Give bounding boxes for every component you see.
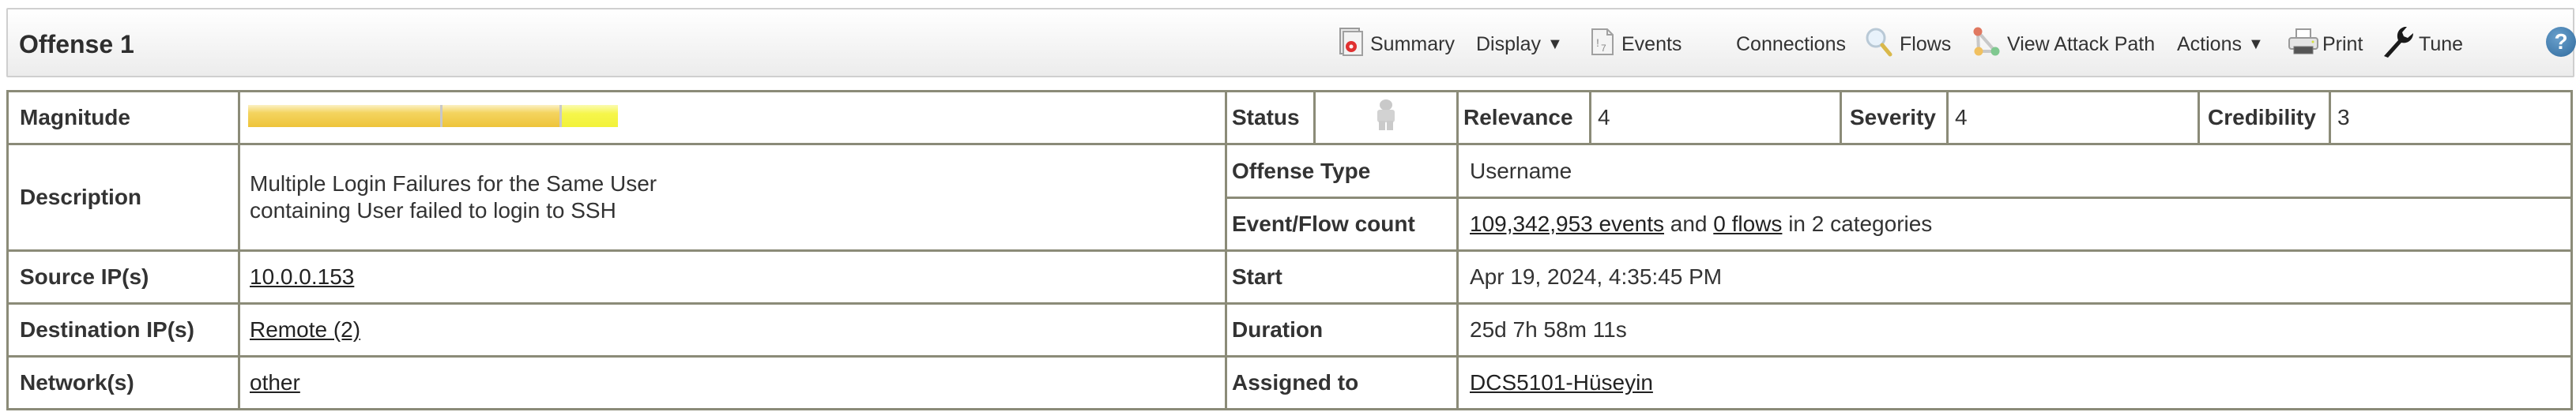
- connections-label: Connections: [1736, 32, 1846, 55]
- display-label: Display: [1476, 32, 1541, 55]
- source-ips-label-cell: Source IP(s): [6, 249, 240, 305]
- magnitude-label-cell: Magnitude: [6, 90, 240, 145]
- assigned-to-link[interactable]: DCS5101-Hüseyin: [1470, 370, 1653, 395]
- start-label: Start: [1232, 264, 1282, 289]
- connections-button[interactable]: Connections: [1736, 9, 1846, 79]
- and-text: and: [1663, 212, 1714, 236]
- events-icon: ! 7: [1590, 28, 1615, 62]
- attack-path-icon: [1972, 26, 2001, 63]
- status-label-cell: Status: [1225, 90, 1316, 145]
- networks-label-cell: Network(s): [6, 355, 240, 410]
- description-label-cell: Description: [6, 143, 240, 252]
- help-icon[interactable]: ?: [2546, 27, 2576, 57]
- duration-value-cell: 25d 7h 58m 11s: [1456, 302, 2573, 358]
- destination-ips-label: Destination IP(s): [20, 317, 194, 342]
- event-flow-count-value-cell: 109,342,953 events and 0 flows in 2 cate…: [1456, 197, 2573, 252]
- categories-text: in 2 categories: [1782, 212, 1933, 236]
- start-label-cell: Start: [1225, 249, 1459, 305]
- severity-label-cell: Severity: [1840, 90, 1949, 145]
- svg-text:7: 7: [1601, 43, 1606, 54]
- start-value: Apr 19, 2024, 4:35:45 PM: [1470, 264, 1723, 289]
- events-label: Events: [1621, 32, 1682, 55]
- credibility-value-cell: 3: [2329, 90, 2573, 145]
- magnitude-segment-credibility: [562, 105, 618, 127]
- assigned-to-label: Assigned to: [1232, 370, 1359, 395]
- wrench-icon: [2381, 24, 2416, 65]
- event-flow-count-label-cell: Event/Flow count: [1225, 197, 1459, 252]
- networks-label: Network(s): [20, 370, 134, 395]
- duration-label: Duration: [1232, 317, 1324, 342]
- start-value-cell: Apr 19, 2024, 4:35:45 PM: [1456, 249, 2573, 305]
- tune-label: Tune: [2419, 32, 2464, 55]
- offense-type-label-cell: Offense Type: [1225, 143, 1459, 199]
- magnitude-segment-relevance: [248, 105, 440, 127]
- status-label: Status: [1232, 105, 1300, 129]
- description-label: Description: [20, 185, 142, 209]
- magnifier-icon: [1865, 27, 1893, 62]
- severity-value: 4: [1955, 105, 1968, 129]
- relevance-label-cell: Relevance: [1456, 90, 1591, 145]
- assigned-to-label-cell: Assigned to: [1225, 355, 1459, 410]
- destination-ips-link[interactable]: Remote (2): [240, 317, 360, 343]
- networks-value-cell: other: [238, 355, 1227, 410]
- severity-value-cell: 4: [1946, 90, 2200, 145]
- credibility-label: Credibility: [2208, 105, 2316, 129]
- duration-label-cell: Duration: [1225, 302, 1459, 358]
- caret-down-icon: ▼: [2247, 35, 2264, 53]
- offense-header: Offense 1 Summary Display ▼ ! 7 Events C…: [6, 8, 2576, 79]
- credibility-label-cell: Credibility: [2198, 90, 2331, 145]
- description-value-cell: Multiple Login Failures for the Same Use…: [238, 143, 1227, 252]
- relevance-value: 4: [1598, 105, 1610, 129]
- description-line-1: Multiple Login Failures for the Same Use…: [250, 171, 657, 196]
- magnitude-bar: [248, 92, 620, 143]
- severity-label: Severity: [1850, 105, 1936, 129]
- page-title: Offense 1: [19, 30, 134, 58]
- magnitude-label: Magnitude: [20, 105, 130, 129]
- svg-text:!: !: [1596, 36, 1599, 49]
- caret-down-icon: ▼: [1546, 35, 1563, 53]
- offense-type-value: Username: [1470, 158, 1572, 183]
- actions-dropdown[interactable]: Actions ▼: [2177, 9, 2264, 79]
- offense-type-label: Offense Type: [1232, 158, 1371, 183]
- destination-ips-value-cell: Remote (2): [238, 302, 1227, 358]
- relevance-label: Relevance: [1463, 105, 1573, 129]
- credibility-value: 3: [2337, 105, 2350, 129]
- flows-button[interactable]: Flows: [1865, 9, 1951, 79]
- magnitude-value-cell: [238, 90, 1227, 145]
- event-flow-count-value: 109,342,953 events and 0 flows in 2 cate…: [1459, 212, 1932, 237]
- print-label: Print: [2322, 32, 2363, 55]
- offense-type-value-cell: Username: [1456, 143, 2573, 199]
- view-attack-path-label: View Attack Path: [2007, 32, 2156, 55]
- source-ips-value-cell: 10.0.0.153: [238, 249, 1227, 305]
- magnitude-segment-severity: [443, 105, 559, 127]
- network-link[interactable]: other: [240, 370, 300, 395]
- events-button[interactable]: ! 7 Events: [1590, 9, 1682, 79]
- display-dropdown[interactable]: Display ▼: [1476, 9, 1563, 79]
- description-line-2: containing User failed to login to SSH: [250, 198, 616, 223]
- status-value-cell: [1313, 90, 1459, 145]
- duration-value: 25d 7h 58m 11s: [1470, 317, 1627, 342]
- summary-icon: [1339, 27, 1364, 62]
- person-icon[interactable]: [1374, 99, 1398, 137]
- relevance-value-cell: 4: [1589, 90, 1842, 145]
- assigned-to-value-cell: DCS5101-Hüseyin: [1456, 355, 2573, 410]
- flows-count-link[interactable]: 0 flows: [1713, 212, 1782, 236]
- summary-button[interactable]: Summary: [1339, 9, 1455, 79]
- event-flow-count-label: Event/Flow count: [1232, 212, 1415, 236]
- view-attack-path-button[interactable]: View Attack Path: [1972, 9, 2155, 79]
- events-count-link[interactable]: 109,342,953 events: [1470, 212, 1664, 236]
- tune-button[interactable]: Tune: [2381, 9, 2463, 79]
- source-ips-label: Source IP(s): [20, 264, 149, 289]
- printer-icon: [2288, 28, 2319, 62]
- actions-label: Actions: [2177, 32, 2242, 55]
- flows-label: Flows: [1900, 32, 1952, 55]
- source-ip-link[interactable]: 10.0.0.153: [240, 264, 354, 290]
- print-button[interactable]: Print: [2288, 9, 2363, 79]
- destination-ips-label-cell: Destination IP(s): [6, 302, 240, 358]
- summary-label: Summary: [1370, 32, 1455, 55]
